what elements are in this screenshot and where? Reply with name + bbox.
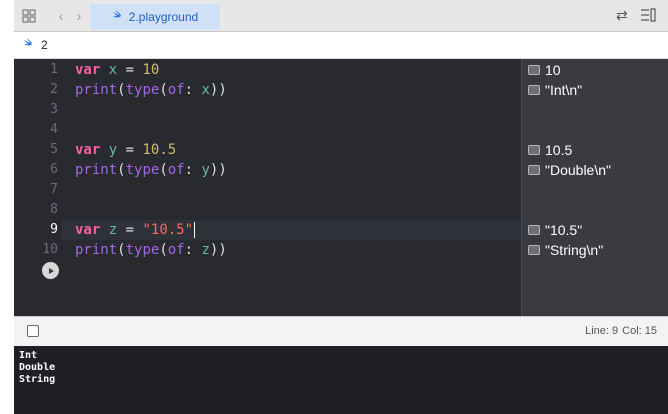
swift-icon [112,8,124,26]
console-output[interactable]: Int Double String [14,346,668,414]
result-quicklook-icon[interactable] [528,225,540,235]
line-number: 6 [50,162,58,177]
editor-options-icon[interactable] [640,8,656,27]
result-quicklook-icon[interactable] [528,145,540,155]
code-line-current[interactable]: var z = "10.5" [62,220,521,240]
swap-icon[interactable]: ⇄ [616,7,628,24]
code-line[interactable]: print(type(of: x)) [62,80,521,100]
text-cursor [194,222,196,238]
code-editor[interactable]: var x = 10 print(type(of: x)) var y = 10… [62,59,521,316]
result-quicklook-icon[interactable] [528,245,540,255]
result-item[interactable]: "String\n" [528,240,603,260]
run-icon[interactable] [42,262,59,279]
col-indicator: Col: 15 [622,325,657,337]
line-number: 8 [50,202,58,217]
result-quicklook-icon[interactable] [528,65,540,75]
console-line: Double [19,362,56,373]
line-indicator: Line: 9 [585,325,619,337]
breadcrumb: 2 [14,32,668,59]
line-number: 3 [50,102,58,117]
debug-area-toggle-icon[interactable] [27,325,39,337]
code-line[interactable]: var y = 10.5 [62,140,521,160]
grid-icon[interactable] [20,7,38,25]
console-line: Int [19,350,38,361]
line-number-gutter: 1 2 3 4 5 6 7 8 9 10 [14,59,62,316]
line-number: 2 [50,82,58,97]
result-quicklook-icon[interactable] [528,165,540,175]
sidebar-strip [0,0,15,414]
line-number: 5 [50,142,58,157]
chevron-right-icon[interactable]: › [70,7,88,25]
code-line[interactable]: print(type(of: z)) [62,240,521,260]
chevron-left-icon[interactable]: ‹ [52,7,70,25]
line-number: 1 [50,62,58,77]
line-number-current: 9 [50,222,58,237]
result-item[interactable]: "10.5" [528,220,582,240]
line-number: 10 [42,242,58,257]
line-number: 7 [50,182,58,197]
result-quicklook-icon[interactable] [528,85,540,95]
code-line[interactable]: var x = 10 [62,60,521,80]
tab-playground[interactable]: 2.playground [90,4,220,30]
cursor-position: Line: 9 Col: 15 [581,325,657,337]
result-item[interactable]: "Double\n" [528,160,611,180]
line-number: 4 [50,122,58,137]
swift-icon [23,36,35,54]
status-bar: Line: 9 Col: 15 [14,316,668,346]
tab-bar: ‹ › 2.playground ⇄ [14,0,668,32]
result-item[interactable]: "Int\n" [528,80,582,100]
result-item[interactable]: 10 [528,60,561,80]
console-line: String [19,374,56,385]
code-line[interactable]: print(type(of: y)) [62,160,521,180]
result-item[interactable]: 10.5 [528,140,572,160]
tab-label: 2.playground [128,10,199,24]
results-sidebar: 10 "Int\n" 10.5 "Double\n" "10.5" "Strin… [521,59,668,316]
breadcrumb-item[interactable]: 2 [41,38,48,52]
